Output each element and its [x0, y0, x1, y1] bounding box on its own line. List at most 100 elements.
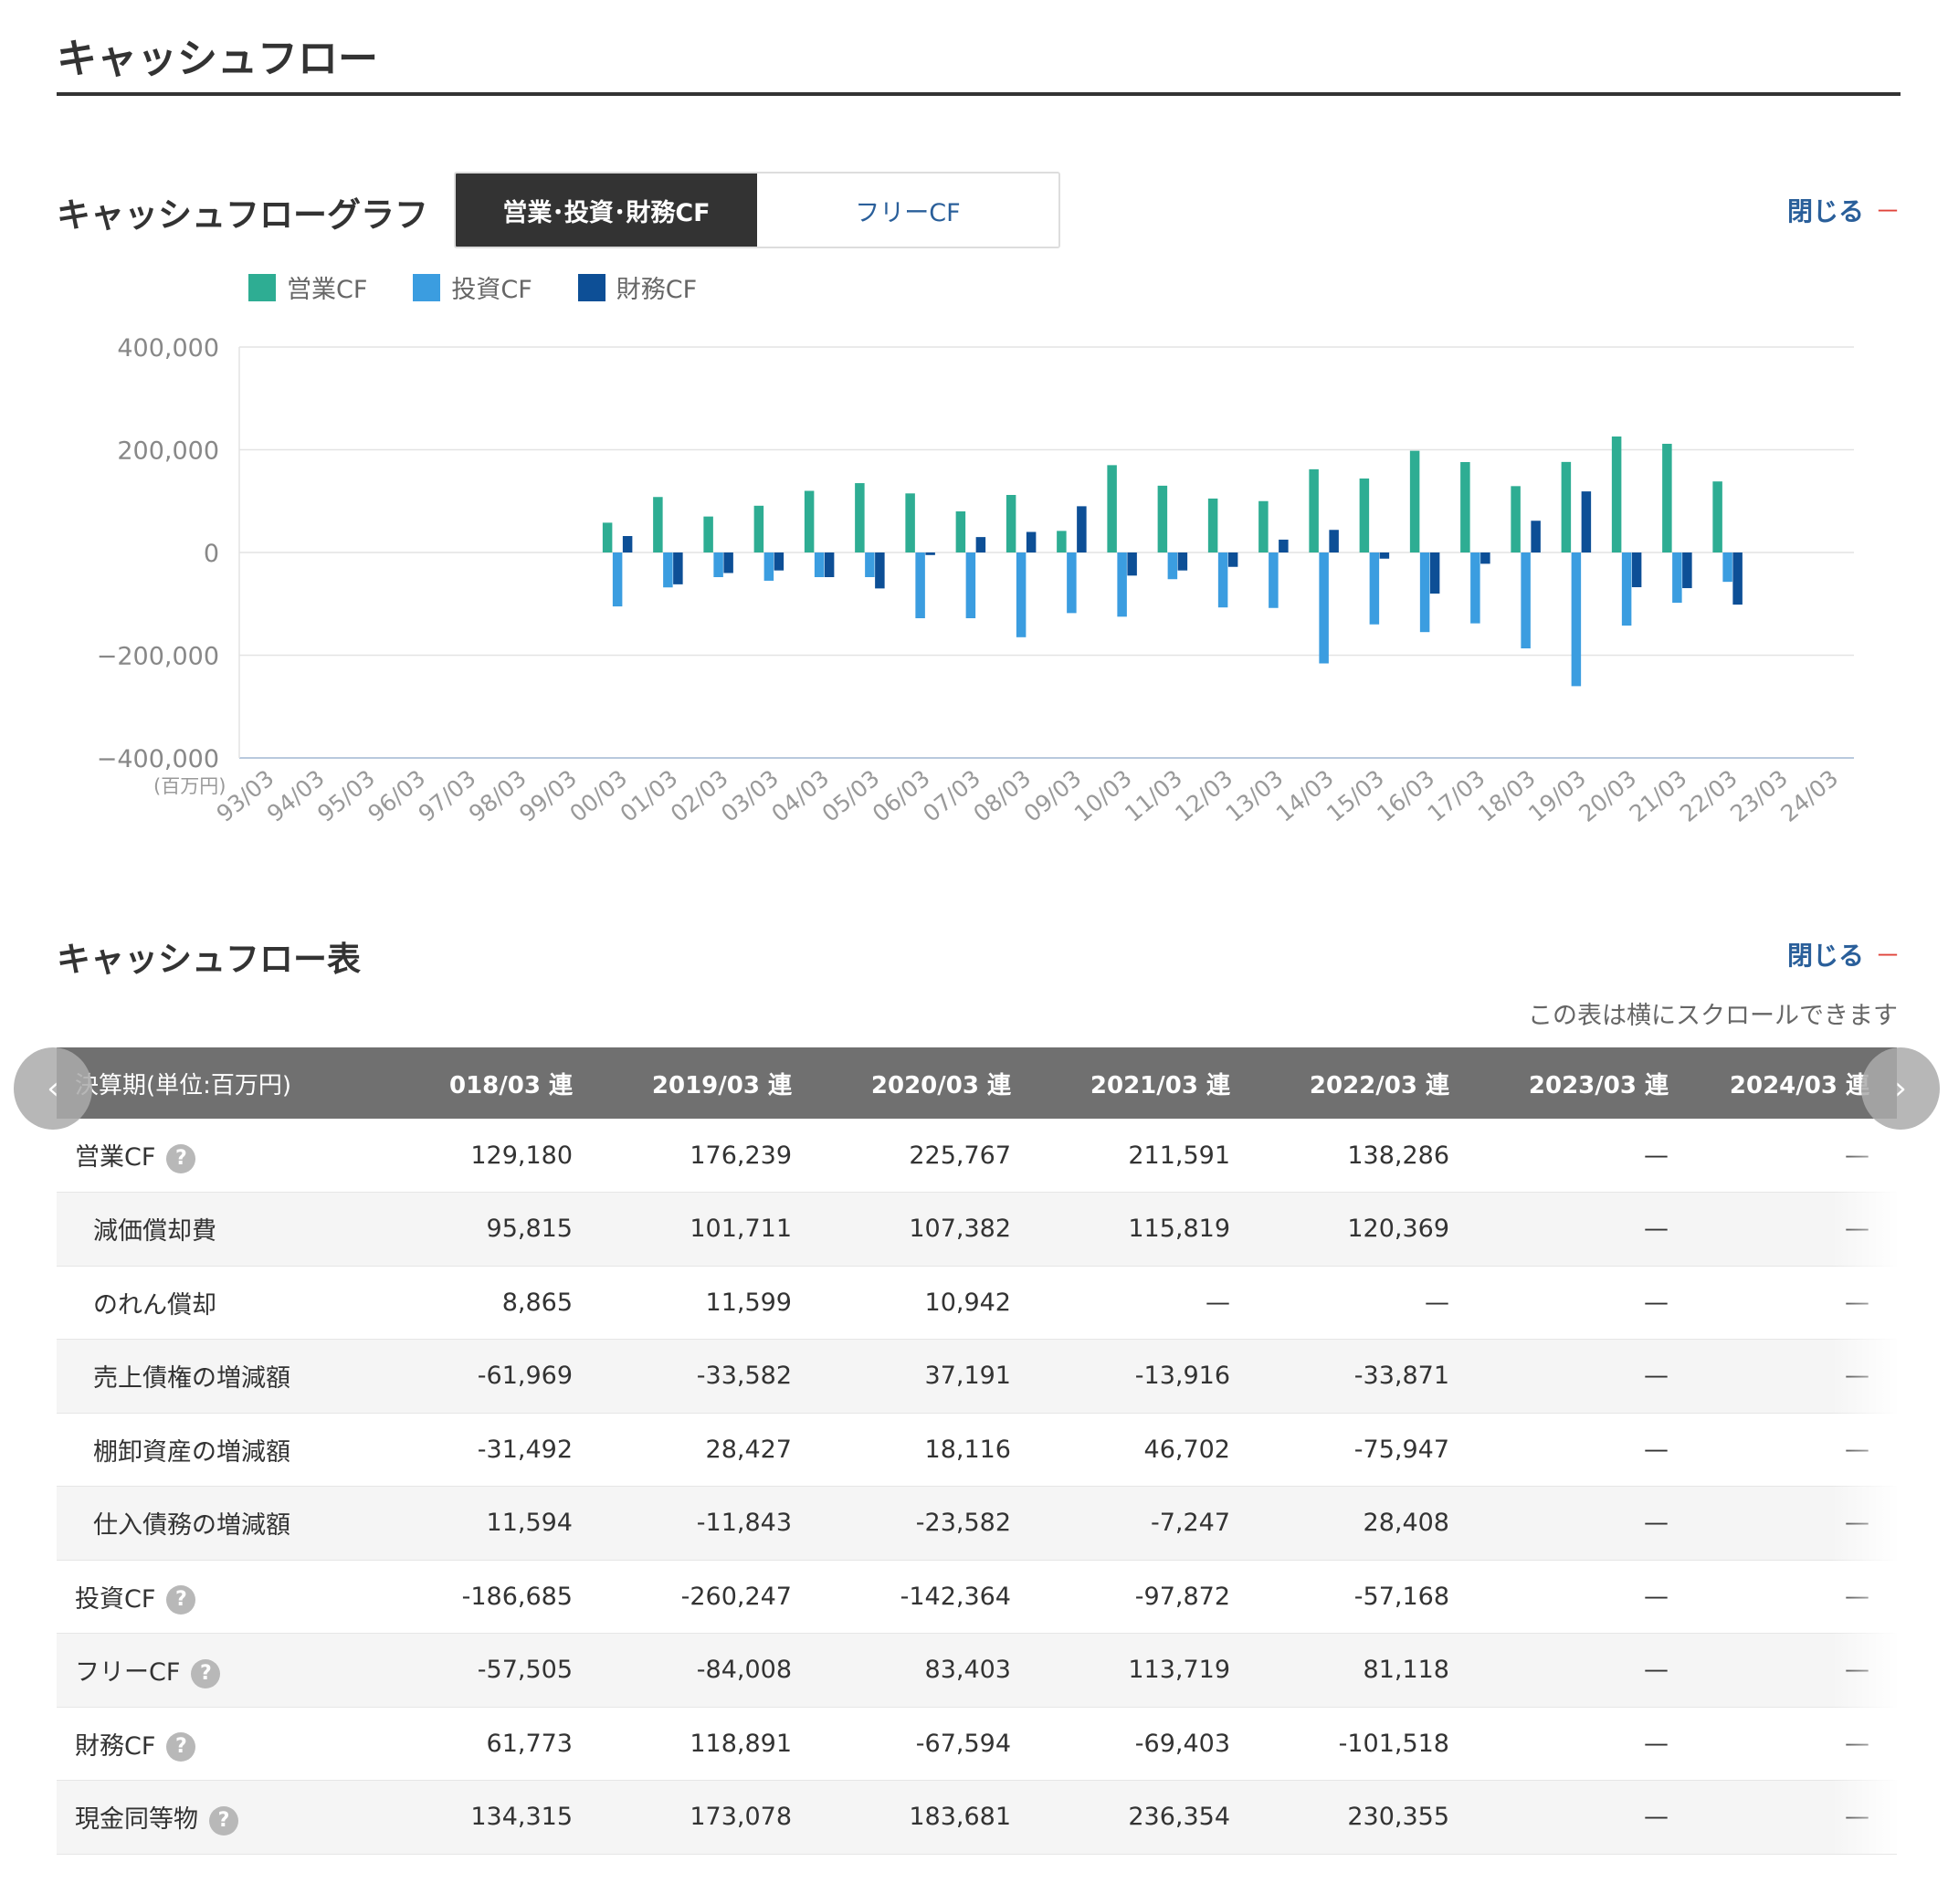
chevron-right-icon: ›	[1894, 1070, 1907, 1107]
x-tick-label: 17/03	[1423, 764, 1490, 827]
x-tick-label: 96/03	[363, 764, 430, 827]
bar-financing-cf	[975, 537, 986, 552]
row-label: 投資CF?	[57, 1560, 426, 1634]
chevron-left-icon: ‹	[47, 1070, 59, 1107]
bar-financing-cf	[824, 552, 835, 577]
row-label-text: のれん償却	[93, 1290, 216, 1320]
table-cell: —	[1644, 1803, 1669, 1832]
y-tick-label: −400,000	[97, 745, 219, 773]
table-row: 棚卸資産の増減額 -31,492 28,427 18,116 46,702 -75,947…	[57, 1413, 1897, 1487]
bar-investing-cf	[763, 552, 774, 581]
bar-financing-cf	[1379, 552, 1390, 559]
help-icon[interactable]: ?	[166, 1585, 196, 1615]
help-icon[interactable]: ?	[166, 1732, 196, 1762]
x-tick-label: 05/03	[817, 764, 885, 827]
table-cell: —	[1845, 1729, 1869, 1758]
y-tick-label: 400,000	[117, 334, 219, 363]
bar-financing-cf	[673, 552, 683, 584]
x-tick-label: 21/03	[1625, 764, 1692, 827]
x-tick-label: 10/03	[1069, 764, 1137, 827]
bar-operating-cf	[1662, 443, 1672, 552]
bar-operating-cf	[804, 490, 815, 552]
header-col-2: 2019/03 連	[651, 1071, 792, 1099]
bar-investing-cf	[814, 552, 825, 577]
bar-financing-cf	[925, 552, 935, 555]
legend-item-investing[interactable]: 投資CF	[413, 269, 532, 305]
table-cell: 176,239	[690, 1141, 792, 1170]
table-cell: 81,118	[1363, 1656, 1449, 1685]
bar-financing-cf	[1531, 521, 1541, 552]
table-cell: —	[1644, 1141, 1669, 1170]
table-cell: -33,582	[696, 1362, 792, 1391]
bar-operating-cf	[1511, 486, 1521, 552]
legend-item-financing[interactable]: 財務CF	[577, 269, 697, 305]
bar-investing-cf	[1167, 552, 1178, 580]
x-tick-label: 06/03	[868, 764, 935, 827]
y-tick-label: 200,000	[117, 437, 219, 466]
table-section-title: キャッシュフロー表	[57, 940, 361, 979]
help-icon[interactable]: ?	[191, 1658, 221, 1688]
bar-operating-cf	[905, 493, 915, 552]
bar-operating-cf	[1359, 479, 1370, 552]
table-close-link[interactable]: 閉じる －	[1787, 936, 1901, 973]
x-tick-label: 20/03	[1574, 764, 1641, 827]
x-tick-label: 13/03	[1221, 764, 1289, 827]
x-tick-label: 08/03	[968, 764, 1036, 827]
bar-financing-cf	[1127, 552, 1137, 576]
x-tick-label: 02/03	[666, 764, 733, 827]
bar-operating-cf	[1207, 498, 1218, 552]
table-cell: -84,008	[696, 1656, 792, 1685]
legend-item-operating[interactable]: 営業CF	[248, 269, 367, 305]
graph-close-label: 閉じる	[1786, 196, 1864, 226]
table-cell: 8,865	[501, 1288, 573, 1317]
legend-swatch-investing	[413, 273, 441, 301]
scroll-left-button[interactable]: ‹	[14, 1047, 92, 1130]
table-cell: 230,355	[1347, 1803, 1449, 1832]
help-icon[interactable]: ?	[166, 1143, 196, 1173]
table-cell: -57,505	[477, 1656, 573, 1685]
table-cell: 115,819	[1128, 1215, 1230, 1244]
cash-flow-table-wrapper[interactable]: 決算期(単位:百万円) 018/03 連 2019/03 連 2020/03 連…	[57, 1047, 1897, 1855]
bar-financing-cf	[1279, 539, 1289, 552]
bar-operating-cf	[1561, 461, 1572, 552]
table-row: 現金同等物? 134,315 173,078 183,681 236,354 230,35…	[57, 1780, 1897, 1854]
table-row: 売上債権の増減額 -61,969 -33,582 37,191 -13,916 -33,8…	[57, 1339, 1897, 1413]
table-cell: -11,843	[696, 1509, 792, 1538]
header-col-1: 018/03 連	[448, 1071, 573, 1099]
x-tick-label: 98/03	[464, 764, 532, 827]
x-tick-label: 12/03	[1170, 764, 1237, 827]
table-row: 財務CF? 61,773 118,891 -67,594 -69,403 -101,518…	[57, 1707, 1897, 1781]
row-label-text: 減価償却費	[93, 1217, 216, 1247]
row-label: 営業CF?	[57, 1119, 426, 1193]
bar-financing-cf	[622, 536, 633, 552]
x-tick-label: 01/03	[616, 764, 683, 827]
graph-close-link[interactable]: 閉じる －	[1787, 192, 1901, 228]
table-cell: —	[1845, 1362, 1869, 1391]
graph-section-title: キャッシュフローグラフ	[57, 195, 428, 235]
table-cell: 10,942	[924, 1288, 1011, 1317]
table-cell: 113,719	[1128, 1656, 1230, 1685]
bar-operating-cf	[1309, 468, 1319, 552]
table-cell: —	[1845, 1435, 1869, 1464]
help-icon[interactable]: ?	[209, 1805, 238, 1836]
row-label: のれん償却	[57, 1266, 426, 1340]
x-tick-label: 95/03	[312, 764, 380, 827]
bar-investing-cf	[1419, 552, 1430, 633]
bar-financing-cf	[1227, 552, 1238, 567]
tab-free-cf[interactable]: フリーCF	[757, 174, 1058, 247]
bar-operating-cf	[653, 497, 663, 552]
table-cell: —	[1644, 1288, 1669, 1317]
y-tick-label: 0	[204, 540, 219, 568]
bar-operating-cf	[1258, 500, 1269, 552]
bar-investing-cf	[1621, 552, 1632, 626]
bar-investing-cf	[965, 552, 976, 618]
table-cell: —	[1845, 1141, 1869, 1170]
table-cell: 28,427	[705, 1435, 792, 1464]
scroll-right-button[interactable]: ›	[1861, 1047, 1940, 1130]
table-cell: 120,369	[1347, 1215, 1449, 1244]
header-col-5: 2022/03 連	[1309, 1071, 1449, 1099]
table-cell: —	[1644, 1215, 1669, 1244]
legend-label-operating: 営業CF	[287, 276, 368, 304]
tab-operating-investing-financing[interactable]: 営業･投資･財務CF	[456, 174, 757, 247]
table-cell: 236,354	[1128, 1803, 1230, 1832]
